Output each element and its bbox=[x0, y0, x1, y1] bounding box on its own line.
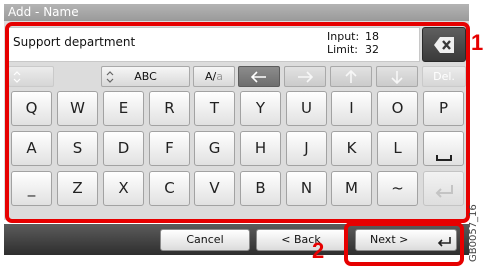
delete-button: Del. bbox=[422, 66, 466, 87]
key-v[interactable]: V bbox=[194, 171, 235, 206]
key-y[interactable]: Y bbox=[240, 91, 281, 126]
key-k[interactable]: K bbox=[331, 131, 372, 166]
backspace-button[interactable] bbox=[422, 27, 466, 62]
key-m[interactable]: M bbox=[331, 171, 372, 206]
key-q[interactable]: Q bbox=[11, 91, 52, 126]
up-arrow-icon bbox=[345, 70, 357, 83]
backspace-icon bbox=[434, 37, 454, 53]
character-counter: Input: 18 Limit: 32 bbox=[327, 30, 379, 56]
key-z[interactable]: Z bbox=[57, 171, 98, 206]
cursor-up-button bbox=[330, 66, 372, 87]
key-p[interactable]: P bbox=[423, 91, 464, 126]
cursor-left-button[interactable] bbox=[238, 66, 280, 87]
key-t[interactable]: T bbox=[194, 91, 235, 126]
key-f[interactable]: F bbox=[149, 131, 190, 166]
enter-key-disabled bbox=[423, 171, 464, 206]
case-label-upper: A/ bbox=[205, 70, 217, 83]
key-e[interactable]: E bbox=[103, 91, 144, 126]
case-label-lower: a bbox=[216, 70, 223, 83]
double-caret-icon bbox=[106, 71, 114, 83]
key-x[interactable]: X bbox=[103, 171, 144, 206]
callout-number-1: 1 bbox=[471, 30, 484, 55]
limit-count-value: 32 bbox=[365, 43, 379, 56]
key-d[interactable]: D bbox=[103, 131, 144, 166]
figure-code: GB0057_16 bbox=[468, 204, 479, 262]
key-a[interactable]: A bbox=[11, 131, 52, 166]
double-caret-icon bbox=[13, 71, 21, 83]
case-toggle-button[interactable]: A/a bbox=[193, 66, 235, 87]
left-arrow-icon bbox=[251, 71, 266, 83]
back-button[interactable]: < Back bbox=[256, 229, 346, 251]
key-c[interactable]: C bbox=[149, 171, 190, 206]
limit-count-label: Limit: bbox=[327, 43, 358, 56]
input-value: Support department bbox=[13, 35, 136, 49]
key-b[interactable]: B bbox=[240, 171, 281, 206]
down-arrow-icon bbox=[391, 71, 403, 84]
key-g[interactable]: G bbox=[194, 131, 235, 166]
key-o[interactable]: O bbox=[377, 91, 418, 126]
key-j[interactable]: J bbox=[286, 131, 327, 166]
cursor-down-button bbox=[376, 66, 418, 87]
key-underscore[interactable]: _ bbox=[11, 171, 52, 206]
cursor-right-button bbox=[284, 66, 326, 87]
window-title: Add - Name bbox=[4, 4, 469, 21]
cancel-button[interactable]: Cancel bbox=[160, 229, 250, 251]
right-arrow-icon bbox=[298, 71, 313, 83]
key-s[interactable]: S bbox=[57, 131, 98, 166]
space-key[interactable] bbox=[423, 131, 464, 166]
key-r[interactable]: R bbox=[149, 91, 190, 126]
next-label: Next > bbox=[370, 233, 409, 246]
space-icon bbox=[436, 155, 452, 161]
input-count-value: 18 bbox=[365, 30, 379, 43]
input-count-label: Input: bbox=[327, 30, 360, 43]
abc-label: ABC bbox=[134, 70, 157, 83]
key-w[interactable]: W bbox=[57, 91, 98, 126]
next-button[interactable]: Next > bbox=[355, 229, 457, 251]
enter-icon bbox=[435, 185, 453, 198]
enter-icon bbox=[437, 237, 451, 247]
name-input-field[interactable]: Support department Input: 18 Limit: 32 bbox=[8, 27, 420, 62]
key-h[interactable]: H bbox=[240, 131, 281, 166]
key-l[interactable]: L bbox=[377, 131, 418, 166]
key-i[interactable]: I bbox=[331, 91, 372, 126]
disabled-mode-button bbox=[8, 66, 54, 87]
abc-mode-button[interactable]: ABC bbox=[101, 66, 190, 87]
key-n[interactable]: N bbox=[286, 171, 327, 206]
callout-number-2: 2 bbox=[312, 238, 325, 263]
key-u[interactable]: U bbox=[286, 91, 327, 126]
key-tilde[interactable]: ~ bbox=[377, 171, 418, 206]
delete-label: Del. bbox=[433, 70, 455, 83]
